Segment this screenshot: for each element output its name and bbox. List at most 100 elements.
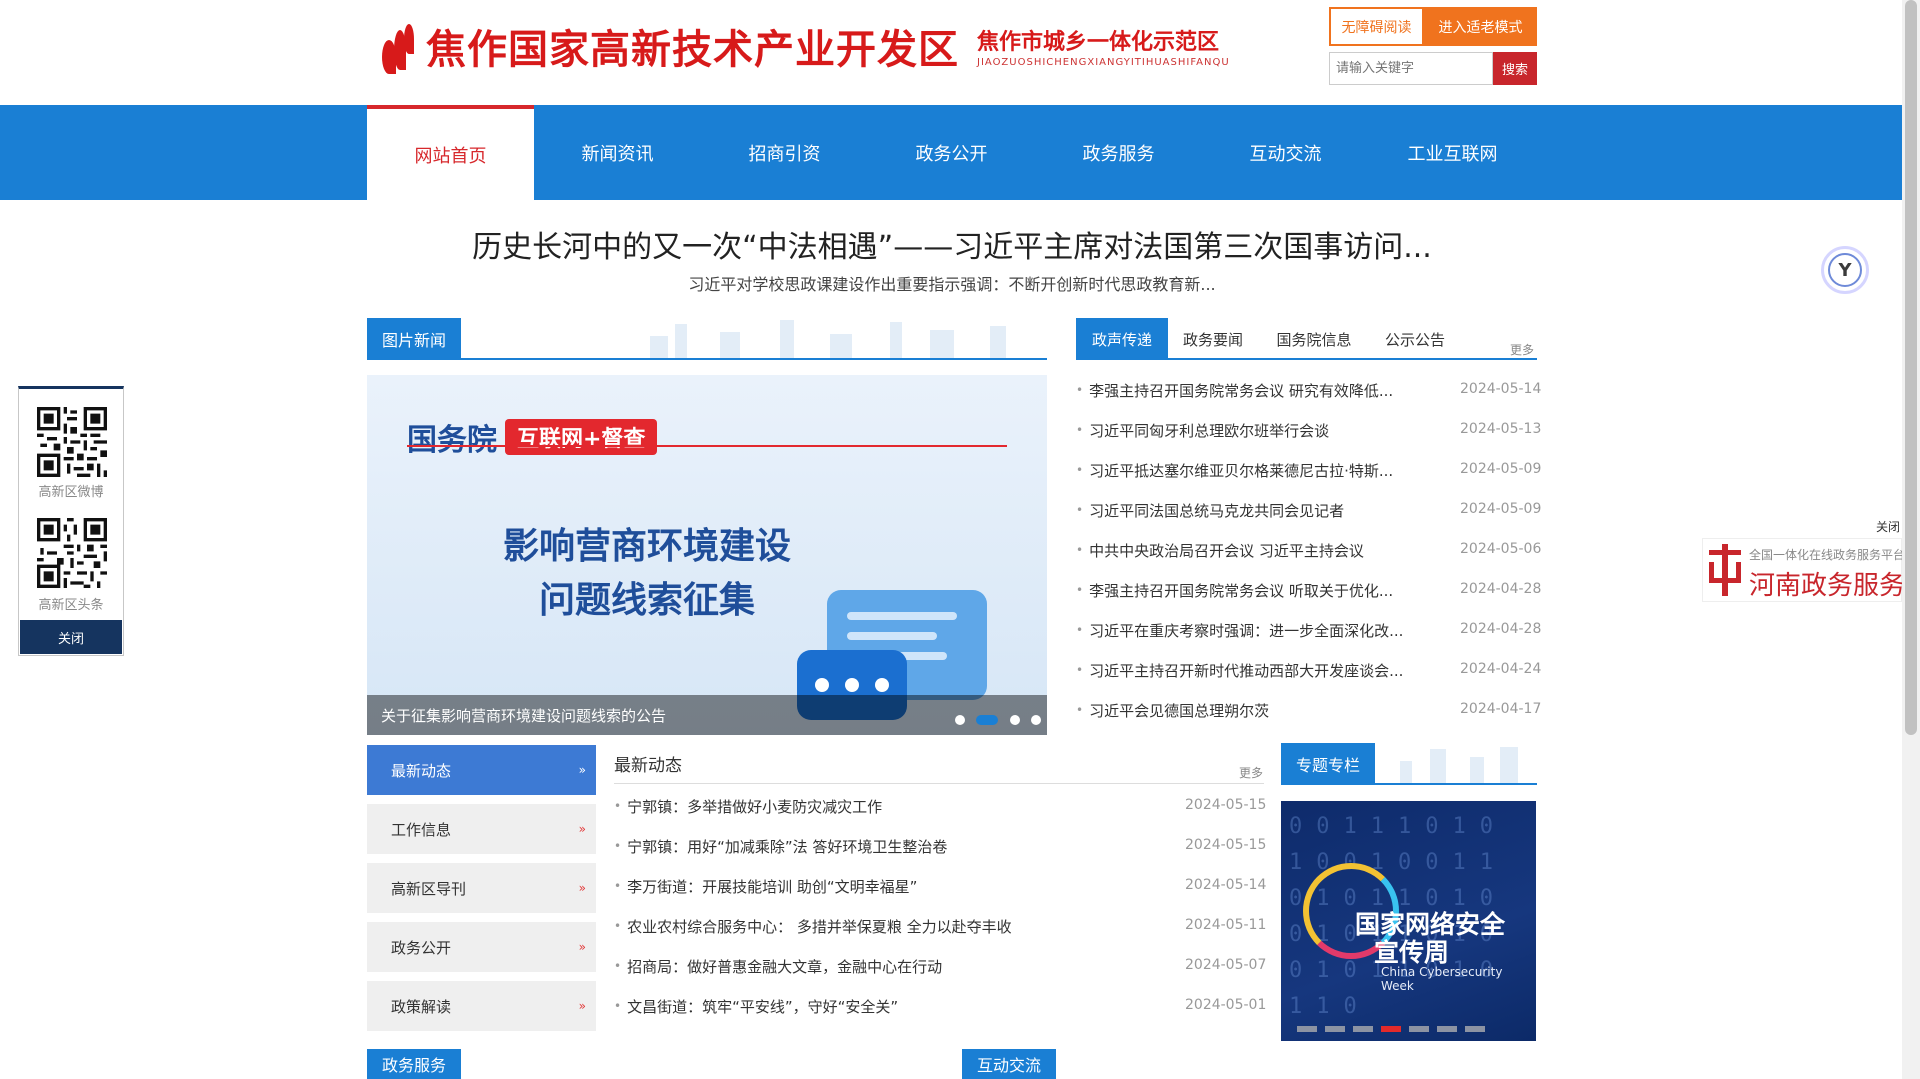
bullet-icon: • bbox=[1076, 663, 1084, 677]
bullet-icon: • bbox=[1076, 503, 1084, 517]
special-title-en: China Cybersecurity Week bbox=[1381, 965, 1503, 993]
page-scrollbar-thumb[interactable] bbox=[1905, 0, 1917, 735]
search-input[interactable] bbox=[1329, 52, 1493, 85]
tab-announcements[interactable]: 公示公告 bbox=[1370, 318, 1460, 360]
photo-slide-dot-3[interactable] bbox=[1010, 715, 1020, 725]
nav-item-news[interactable]: 新闻资讯 bbox=[534, 105, 701, 200]
special-slide-dot[interactable] bbox=[1353, 1026, 1373, 1032]
special-slide-dot[interactable] bbox=[1325, 1026, 1345, 1032]
latest-item[interactable]: • 招商局：做好普惠金融大文章，金融中心在行动 bbox=[614, 946, 1154, 986]
menu-work-info[interactable]: 工作信息 » bbox=[367, 804, 596, 854]
photo-slide-dot-2[interactable] bbox=[976, 715, 998, 725]
right-news-item[interactable]: • 习近平在重庆考察时强调：进一步全面深化改... bbox=[1076, 610, 1421, 650]
latest-item[interactable]: • 李万街道：开展技能培训 助创“文明幸福星” bbox=[614, 866, 1154, 906]
photo-rule bbox=[407, 445, 1007, 447]
photo-big-line2: 问题线索征集 bbox=[538, 580, 755, 621]
henan-badge-small-text: 全国一体化在线政务服务平台 bbox=[1749, 548, 1906, 562]
latest-title: 宁郭镇：多举措做好小麦防灾减灾工作 bbox=[627, 797, 883, 816]
search-button[interactable]: 搜索 bbox=[1493, 52, 1537, 85]
photo-slide-dot-4[interactable] bbox=[1031, 715, 1041, 725]
qr-panel-close-button[interactable]: 关闭 bbox=[20, 620, 122, 654]
site-header: 焦作国家高新技术产业开发区 焦作市城乡一体化示范区 JIAOZUOSHICHEN… bbox=[0, 0, 1902, 105]
photo-news-slide[interactable]: 国务院 互联网+督查 影响营商环境建设 问题线索征集 关于征集影响营商环境建设问… bbox=[367, 375, 1047, 735]
menu-gov-open[interactable]: 政务公开 » bbox=[367, 922, 596, 972]
nav-item-interaction[interactable]: 互动交流 bbox=[1202, 105, 1369, 200]
headline-subtitle[interactable]: 习近平对学校思政课建设作出重要指示强调：不断开创新时代思政教育新... bbox=[367, 271, 1537, 295]
photo-brand-b: 互联网+督查 bbox=[505, 419, 658, 455]
special-slide-dot[interactable] bbox=[1297, 1026, 1317, 1032]
news-date: 2024-05-06 bbox=[1460, 541, 1542, 557]
latest-item[interactable]: • 农业农村综合服务中心： 多措并举保夏粮 全力以赴夺丰收 bbox=[614, 906, 1154, 946]
menu-policy-reading-label: 政策解读 bbox=[391, 997, 452, 1016]
arrow-right-icon: » bbox=[578, 940, 586, 954]
bullet-icon: • bbox=[614, 839, 622, 853]
elder-mode-button[interactable]: 进入适老模式 bbox=[1424, 7, 1537, 46]
photo-caption[interactable]: 关于征集影响营商环境建设问题线索的公告 bbox=[367, 695, 1047, 735]
news-title: 中共中央政治局召开会议 习近平主持会议 bbox=[1089, 541, 1364, 560]
accessibility-reading-button[interactable]: 无障碍阅读 bbox=[1329, 7, 1424, 46]
interaction-tab[interactable]: 互动交流 bbox=[962, 1049, 1056, 1079]
weibo-qr-code-icon[interactable] bbox=[37, 407, 107, 477]
latest-date: 2024-05-11 bbox=[1185, 917, 1267, 933]
henan-gov-service-badge[interactable]: 全国一体化在线政务服务平台 河南政务服务网 bbox=[1702, 538, 1920, 602]
toutiao-qr-code-icon[interactable] bbox=[37, 518, 107, 588]
special-column-tab[interactable]: 专题专栏 bbox=[1281, 743, 1375, 785]
bullet-icon: • bbox=[1076, 383, 1084, 397]
latest-item[interactable]: • 宁郭镇：用好“加减乘除”法 答好环境卫生整治卷 bbox=[614, 826, 1154, 866]
news-title: 李强主持召开国务院常务会议 听取关于优化... bbox=[1089, 581, 1394, 600]
tab-gov-news[interactable]: 政务要闻 bbox=[1168, 318, 1258, 360]
right-news-item[interactable]: • 习近平同匈牙利总理欧尔班举行会谈 bbox=[1076, 410, 1421, 450]
right-news-item[interactable]: • 习近平抵达塞尔维亚贝尔格莱德尼古拉·特斯... bbox=[1076, 450, 1421, 490]
nav-item-home[interactable]: 网站首页 bbox=[367, 105, 534, 200]
tab-state-council[interactable]: 国务院信息 bbox=[1262, 318, 1366, 360]
latest-date: 2024-05-14 bbox=[1185, 877, 1267, 893]
arrow-right-icon: » bbox=[578, 881, 586, 895]
special-slide-dot[interactable] bbox=[1437, 1026, 1457, 1032]
nav-item-investment[interactable]: 招商引资 bbox=[701, 105, 868, 200]
news-date: 2024-05-09 bbox=[1460, 501, 1542, 517]
latest-heading: 最新动态 bbox=[614, 756, 682, 776]
henan-badge-close-button[interactable]: 关闭 bbox=[1876, 518, 1900, 535]
nav-item-industrial-internet[interactable]: 工业互联网 bbox=[1369, 105, 1536, 200]
latest-title: 农业农村综合服务中心： 多措并举保夏粮 全力以赴夺丰收 bbox=[627, 917, 1012, 936]
news-date: 2024-04-17 bbox=[1460, 701, 1542, 717]
special-slide-dot[interactable] bbox=[1381, 1026, 1401, 1032]
latest-item[interactable]: • 文昌街道：筑牢“平安线”，守好“安全关” bbox=[614, 986, 1154, 1026]
right-news-item[interactable]: • 习近平同法国总统马克龙共同会见记者 bbox=[1076, 490, 1421, 530]
right-news-more-link[interactable]: 更多 bbox=[1510, 341, 1534, 358]
news-title: 习近平抵达塞尔维亚贝尔格莱德尼古拉·特斯... bbox=[1089, 461, 1394, 480]
site-logo[interactable]: 焦作国家高新技术产业开发区 焦作市城乡一体化示范区 JIAOZUOSHICHEN… bbox=[378, 20, 1230, 80]
right-news-item[interactable]: • 李强主持召开国务院常务会议 研究有效降低... bbox=[1076, 370, 1421, 410]
menu-policy-reading[interactable]: 政策解读 » bbox=[367, 981, 596, 1031]
photo-news-tab[interactable]: 图片新闻 bbox=[367, 318, 461, 360]
headline-title[interactable]: 历史长河中的又一次“中法相遇”——习近平主席对法国第三次国事访问... bbox=[367, 222, 1537, 266]
menu-latest[interactable]: 最新动态 » bbox=[367, 745, 596, 795]
latest-title: 招商局：做好普惠金融大文章，金融中心在行动 bbox=[627, 957, 943, 976]
special-slide-dot[interactable] bbox=[1409, 1026, 1429, 1032]
right-news-item[interactable]: • 习近平会见德国总理朔尔茨 bbox=[1076, 690, 1421, 730]
latest-more-link[interactable]: 更多 bbox=[1239, 764, 1263, 781]
right-news-item[interactable]: • 习近平主持召开新时代推动西部大开发座谈会... bbox=[1076, 650, 1421, 690]
nav-item-gov-services[interactable]: 政务服务 bbox=[1035, 105, 1202, 200]
bullet-icon: • bbox=[614, 999, 622, 1013]
bullet-icon: • bbox=[1076, 463, 1084, 477]
news-date: 2024-05-13 bbox=[1460, 421, 1542, 437]
latest-item[interactable]: • 宁郭镇：多举措做好小麦防灾减灾工作 bbox=[614, 786, 1154, 826]
news-date: 2024-04-24 bbox=[1460, 661, 1542, 677]
accessibility-assistant-icon[interactable]: Y bbox=[1821, 246, 1869, 294]
right-news-item[interactable]: • 李强主持召开国务院常务会议 听取关于优化... bbox=[1076, 570, 1421, 610]
special-title-line2: 宣传周 bbox=[1374, 938, 1450, 967]
nav-item-gov-affairs[interactable]: 政务公开 bbox=[868, 105, 1035, 200]
tab-policy-voice[interactable]: 政声传递 bbox=[1076, 318, 1168, 360]
right-news-item[interactable]: • 中共中央政治局召开会议 习近平主持会议 bbox=[1076, 530, 1421, 570]
bullet-icon: • bbox=[1076, 543, 1084, 557]
special-slide-dot[interactable] bbox=[1465, 1026, 1485, 1032]
main-nav: 网站首页 新闻资讯 招商引资 政务公开 政务服务 互动交流 工业互联网 bbox=[0, 105, 1902, 200]
menu-zone-guide[interactable]: 高新区导刊 » bbox=[367, 863, 596, 913]
photo-slide-dot-1[interactable] bbox=[955, 715, 965, 725]
right-news-rule bbox=[1076, 358, 1537, 360]
arrow-right-icon: » bbox=[578, 822, 586, 836]
gov-services-tab[interactable]: 政务服务 bbox=[367, 1049, 461, 1079]
qr-float-panel: 高新区微博 高新区头条 关闭 bbox=[18, 386, 124, 656]
special-column-banner[interactable]: 0011101010010011010110100101101001011010… bbox=[1281, 801, 1536, 1041]
